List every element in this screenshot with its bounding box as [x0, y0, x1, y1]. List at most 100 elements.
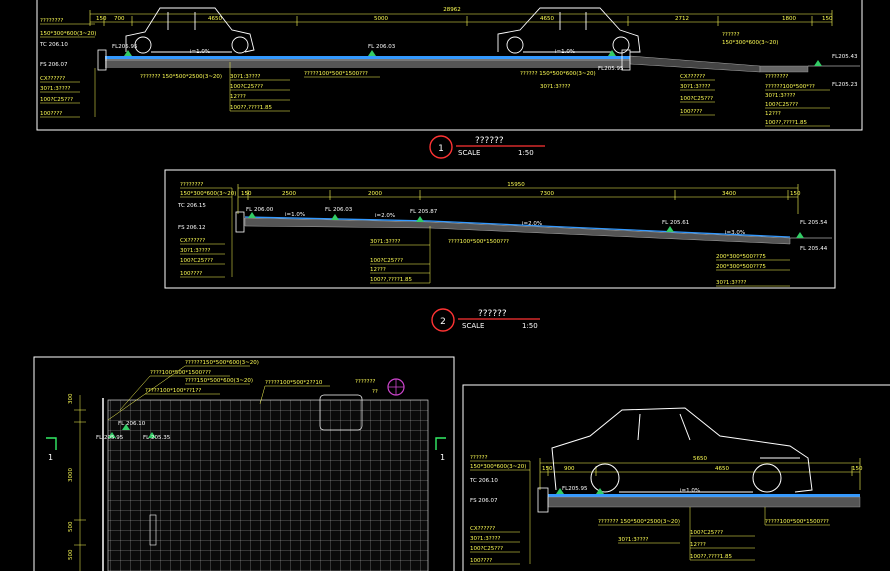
level-label: FS 206.12	[178, 225, 206, 231]
level-label: FL 205.87	[410, 209, 438, 215]
label: 100??,????1.85	[765, 120, 808, 126]
section-mark: 1	[48, 453, 53, 462]
level-label: FL 205.44	[800, 246, 828, 252]
level-label: FL 205.35	[143, 435, 171, 441]
section-2-overall-dim: 15950	[507, 182, 525, 188]
label: CX??????	[470, 526, 495, 532]
dim-label: 1800	[782, 16, 796, 22]
level-label: FL 205.54	[800, 220, 828, 226]
callout-label: 30?1:3????	[370, 239, 401, 245]
slope-label: i=2.0%	[522, 221, 542, 227]
level-label: FL205.95	[562, 486, 588, 492]
level-label: FL 205.61	[662, 220, 689, 226]
dim-label: 3000	[68, 468, 74, 482]
paving-grid	[107, 399, 429, 571]
label: 100????	[470, 558, 492, 564]
section-mark: 1	[440, 453, 445, 462]
label: 12???	[765, 111, 781, 117]
level-label: FL 205.95	[96, 435, 124, 441]
section-2-number: 2	[440, 317, 446, 327]
callout-label: ??????? 150*500*2500(3~20)	[140, 74, 222, 80]
level-label: FL 206.10	[118, 421, 146, 427]
dim-label: 150	[96, 16, 107, 22]
dim-label: 2500	[282, 191, 296, 197]
section-1-scale-label: SCALE	[458, 149, 480, 157]
dim-label: 150	[822, 16, 833, 22]
callout-label: ??????? 150*500*2500(3~20)	[598, 519, 680, 525]
label: 150*300*600(3~20)	[180, 191, 236, 197]
label: 30?1:3????	[40, 86, 71, 92]
label: 100????	[680, 109, 702, 115]
label: ??????	[470, 455, 488, 461]
dim-label: 150	[241, 191, 252, 197]
label: 30?1:3????	[765, 93, 796, 99]
level-label: FL 206.03	[325, 207, 353, 213]
level-label: FL205.95	[112, 44, 138, 50]
label: 30?1:3????	[470, 536, 501, 542]
slope-label: i=3.0%	[725, 230, 745, 236]
level-label: TC 206.10	[469, 478, 498, 484]
dim-label: 500	[68, 549, 74, 560]
callout-label: 100??,????1.85	[690, 554, 733, 560]
slope-label: i=1.0%	[285, 212, 305, 218]
callout-label: 30?1:3????	[618, 537, 649, 543]
dim-label: 5000	[374, 16, 388, 22]
dim-label: 900	[564, 466, 575, 472]
label: 100?C25???	[765, 102, 798, 108]
label: ????????	[180, 182, 203, 188]
callout-label: ????150*500*600(3~20)	[185, 378, 253, 384]
label: 150*300*600(3~20)	[722, 40, 778, 46]
label: 100????	[40, 111, 62, 117]
symbol-sub-label: ??	[372, 389, 378, 395]
label: 100?C25???	[470, 546, 503, 552]
label: ??????100*500*??	[765, 84, 815, 90]
callout-label: ?????100*500*1500???	[304, 71, 368, 77]
label: CX??????	[40, 76, 65, 82]
dim-label: 2712	[675, 16, 689, 22]
callout-label: ?????100*100*??1??	[145, 388, 201, 394]
section-3-overall-dim: 5650	[693, 456, 707, 462]
section-2-scale-value: 1:50	[522, 322, 538, 330]
label: 150*300*600(3~20)	[40, 31, 96, 37]
level-label: FS 206.07	[470, 498, 498, 504]
level-label: FL205.43	[832, 54, 858, 60]
dim-label: 7300	[540, 191, 554, 197]
callout-label: 30?1:3????	[540, 84, 571, 90]
callout-label: 12???	[370, 267, 386, 273]
dim-label: 4650	[715, 466, 729, 472]
dim-label: 150	[790, 191, 801, 197]
drain-symbol-icon	[387, 378, 405, 396]
callout-label: 100?C25???	[230, 84, 263, 90]
dim-label: 2000	[368, 191, 382, 197]
label: 100?C25???	[40, 97, 73, 103]
callout-label: 100?C25???	[370, 258, 403, 264]
label: 100?C25???	[680, 96, 713, 102]
callout-label: ?????? 150*500*600(3~20)	[520, 71, 596, 77]
callout-label: 12???	[230, 94, 246, 100]
label: CX??????	[180, 238, 205, 244]
section-1-number: 1	[438, 144, 444, 154]
section-1-title: ??????	[475, 136, 504, 146]
cad-drawing: 28962 150 700 4650 5000 4650 2712 1800 1…	[0, 0, 890, 571]
label: 100????	[180, 271, 202, 277]
level-label: FL 206.00	[246, 207, 274, 213]
section-2-title: ??????	[478, 309, 507, 319]
callout-label: ?????100*500*1500???	[765, 519, 829, 525]
callout-label: ?????100*500*2??10	[265, 380, 323, 386]
callout-label: 12???	[690, 542, 706, 548]
slope-label: i=1.0%	[190, 49, 210, 55]
slope-label: i=2.0%	[375, 213, 395, 219]
dim-label: 4650	[208, 16, 222, 22]
dim-label: 300	[68, 393, 74, 404]
slope-label: i=1.0%	[680, 488, 700, 494]
callout-label: 100??,????1.85	[370, 277, 413, 283]
label: 30?1:3????	[680, 84, 711, 90]
level-label: TC 206.15	[177, 203, 206, 209]
label: ??????	[722, 32, 740, 38]
label: FS 206.07	[40, 62, 68, 68]
callout-label: 200*300*500??75	[716, 264, 766, 270]
level-label: FL 206.03	[368, 44, 396, 50]
callout-label: 100??,????1.85	[230, 105, 273, 111]
dim-label: 3400	[722, 191, 736, 197]
callout-label: 30?1:3????	[230, 74, 261, 80]
